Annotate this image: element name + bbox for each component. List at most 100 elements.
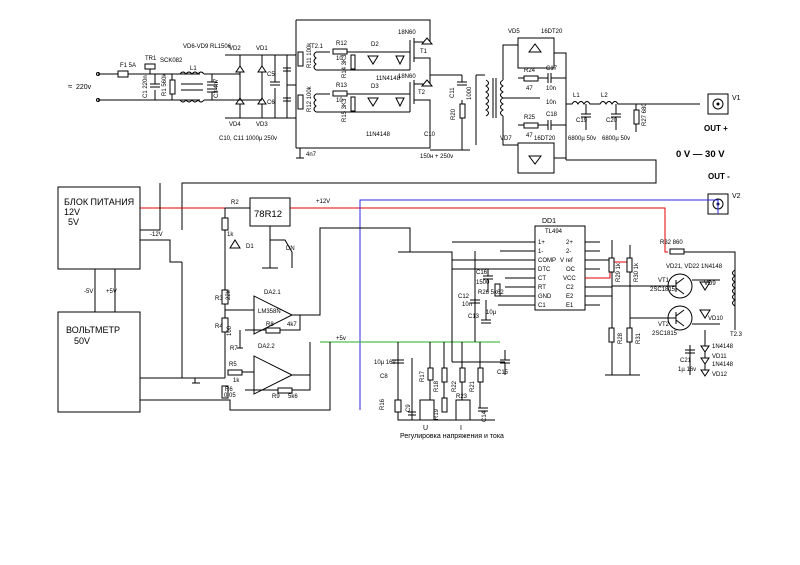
r5-value: 1k <box>233 378 240 384</box>
diode-vd5 <box>517 37 555 69</box>
circuit-schematic: ≈ 220v F1 5A TR1 SCK082 C1 220n R1 560k … <box>57 19 743 440</box>
voltmeter-line1: ВОЛЬТМЕТР <box>66 325 120 335</box>
tr-diodes-label: VD21, VD22 1N4148 <box>666 264 723 270</box>
resistor-r17 <box>427 367 434 381</box>
vt1-label: VT1 <box>658 278 670 284</box>
psu-plus5: +5V <box>106 289 117 295</box>
r20-label: R20 <box>451 108 457 120</box>
resistor-r27 <box>633 109 640 125</box>
resistor-r14 <box>350 54 356 70</box>
c16-label: C16 <box>476 270 488 276</box>
diode-bridge: VD6-VD9 RL1506 VD2 VD1 VD4 VD3 C5 C6 C10… <box>183 44 296 142</box>
resistor-r31 <box>626 327 633 343</box>
psu-line2: 12V <box>64 207 80 217</box>
r9-label: R9 <box>272 394 280 400</box>
psu-line1: БЛОК ПИТАНИЯ <box>64 197 134 207</box>
resistor-r24 <box>523 75 539 82</box>
c12-driver: 4n7 <box>306 152 317 158</box>
c11-label: C11 <box>450 87 456 98</box>
r14-label: R14 3K3 <box>342 54 348 78</box>
vt1-part: 2SC1815 <box>650 287 676 293</box>
vd3-label: VD3 <box>256 122 268 128</box>
c10-value: 150н + 250v <box>420 154 453 160</box>
driver-transistors: R32 860 R29 1k R30 1k R28 R31 VD21, VD22… <box>605 240 743 378</box>
r25-label: R25 <box>524 115 536 121</box>
pwm-controller: DD1 TL494 1+ 1- COMP DTC CT RT GND C1 2+… <box>398 218 630 376</box>
voltmeter-line2: 50V <box>74 336 90 346</box>
c11-value: 1000 <box>467 86 473 100</box>
ground-wire <box>181 262 200 384</box>
diode-vd12 <box>700 369 710 377</box>
resistor-r28 <box>608 327 615 343</box>
t2-label: T2 <box>418 90 426 96</box>
resistor-r8 <box>265 327 281 334</box>
out-range-label: 0 V — 30 V <box>676 149 725 160</box>
tr1-ref: TR1 <box>145 56 157 62</box>
pot-i[interactable] <box>455 399 471 421</box>
pin-r1: 2+ <box>566 240 573 246</box>
c1-label: C1 220n <box>143 75 149 98</box>
vd4-label: VD4 <box>229 122 241 128</box>
t1-part: 18N60 <box>398 30 416 36</box>
c20-value: 6800µ 50v <box>602 136 630 142</box>
adjustment-pots: 10µ 16v C8 R16 C9 R17 U R18 R19 R22 I R2… <box>374 342 504 440</box>
zener-bottom <box>395 97 405 108</box>
pin-l5: CT <box>538 276 546 282</box>
mains-voltage: 220v <box>76 84 92 91</box>
pin-l1: 1+ <box>538 240 545 246</box>
vd10-label: VD10 <box>708 316 724 322</box>
r26-label: R26 5k62 <box>478 290 504 296</box>
c8-label: C8 <box>380 374 388 380</box>
l1-out-label: L1 <box>573 93 580 99</box>
r3-label: R3 <box>215 296 223 302</box>
regulator-part: 78R12 <box>254 209 282 220</box>
r21-label: R21 <box>470 380 476 392</box>
resistor-r29 <box>608 257 615 273</box>
pot-u[interactable] <box>419 399 435 421</box>
resistor-r22 <box>459 367 466 383</box>
r17-label: R17 <box>420 370 426 382</box>
c15-label: C15 <box>497 370 509 376</box>
pin-l3: COMP <box>538 258 556 264</box>
psu-block: БЛОК ПИТАНИЯ 12V 5V -12V -5V +5V <box>57 183 182 312</box>
regulator-78r12: 78R12 R2 1k D1 DN <box>221 197 295 269</box>
dn-label: DN <box>286 246 295 252</box>
pin-l4: DTC <box>538 267 551 273</box>
diode-vd11 <box>700 357 710 365</box>
resistor-r12-bulk <box>297 94 304 110</box>
v1-label: V1 <box>732 95 741 102</box>
diode-vd3 <box>257 97 267 105</box>
diode-vd1 <box>257 65 267 73</box>
c12-label: C12 <box>458 294 470 300</box>
c5-label: C5 <box>267 72 275 78</box>
output-terminals: V1 V2 OUT + 0 V — 30 V OUT - <box>676 93 741 215</box>
pin-r6: C2 <box>566 285 574 291</box>
pin-r3: V ref <box>560 258 573 264</box>
c6-label: C6 <box>267 100 275 106</box>
resistor-r25 <box>523 122 539 129</box>
r1-label: R1 560k <box>162 73 168 96</box>
tl494-part: TL494 <box>545 229 563 235</box>
mains-symbol: ≈ <box>68 82 73 91</box>
d1-label: D1 <box>246 244 254 250</box>
r31-label: R31 <box>636 332 642 344</box>
resistor-r21 <box>477 367 484 383</box>
rail-plus12 <box>140 207 668 253</box>
t21-label: T2.1 <box>311 44 324 50</box>
r12-bulk-label: R12 100k <box>307 85 313 112</box>
psu-minus5: -5V <box>84 289 93 295</box>
t1-label: T1 <box>420 49 428 55</box>
vd2-label: VD2 <box>229 46 241 52</box>
da22-label: DA2.2 <box>258 344 275 350</box>
v2-label: V2 <box>732 193 741 200</box>
pin-r2: 2- <box>566 249 571 255</box>
out-plus-label: OUT + <box>704 124 728 133</box>
c12-value: 10n <box>462 302 472 308</box>
r3-value: 22k <box>226 289 232 300</box>
vd1-label: VD1 <box>256 46 268 52</box>
diode-vd11-top <box>700 345 710 353</box>
psu-line3: 5V <box>68 217 79 227</box>
resistor-r1 <box>169 79 176 95</box>
vt2-part: 2SC1815 <box>652 331 678 337</box>
r25-value: 47 <box>526 133 533 139</box>
